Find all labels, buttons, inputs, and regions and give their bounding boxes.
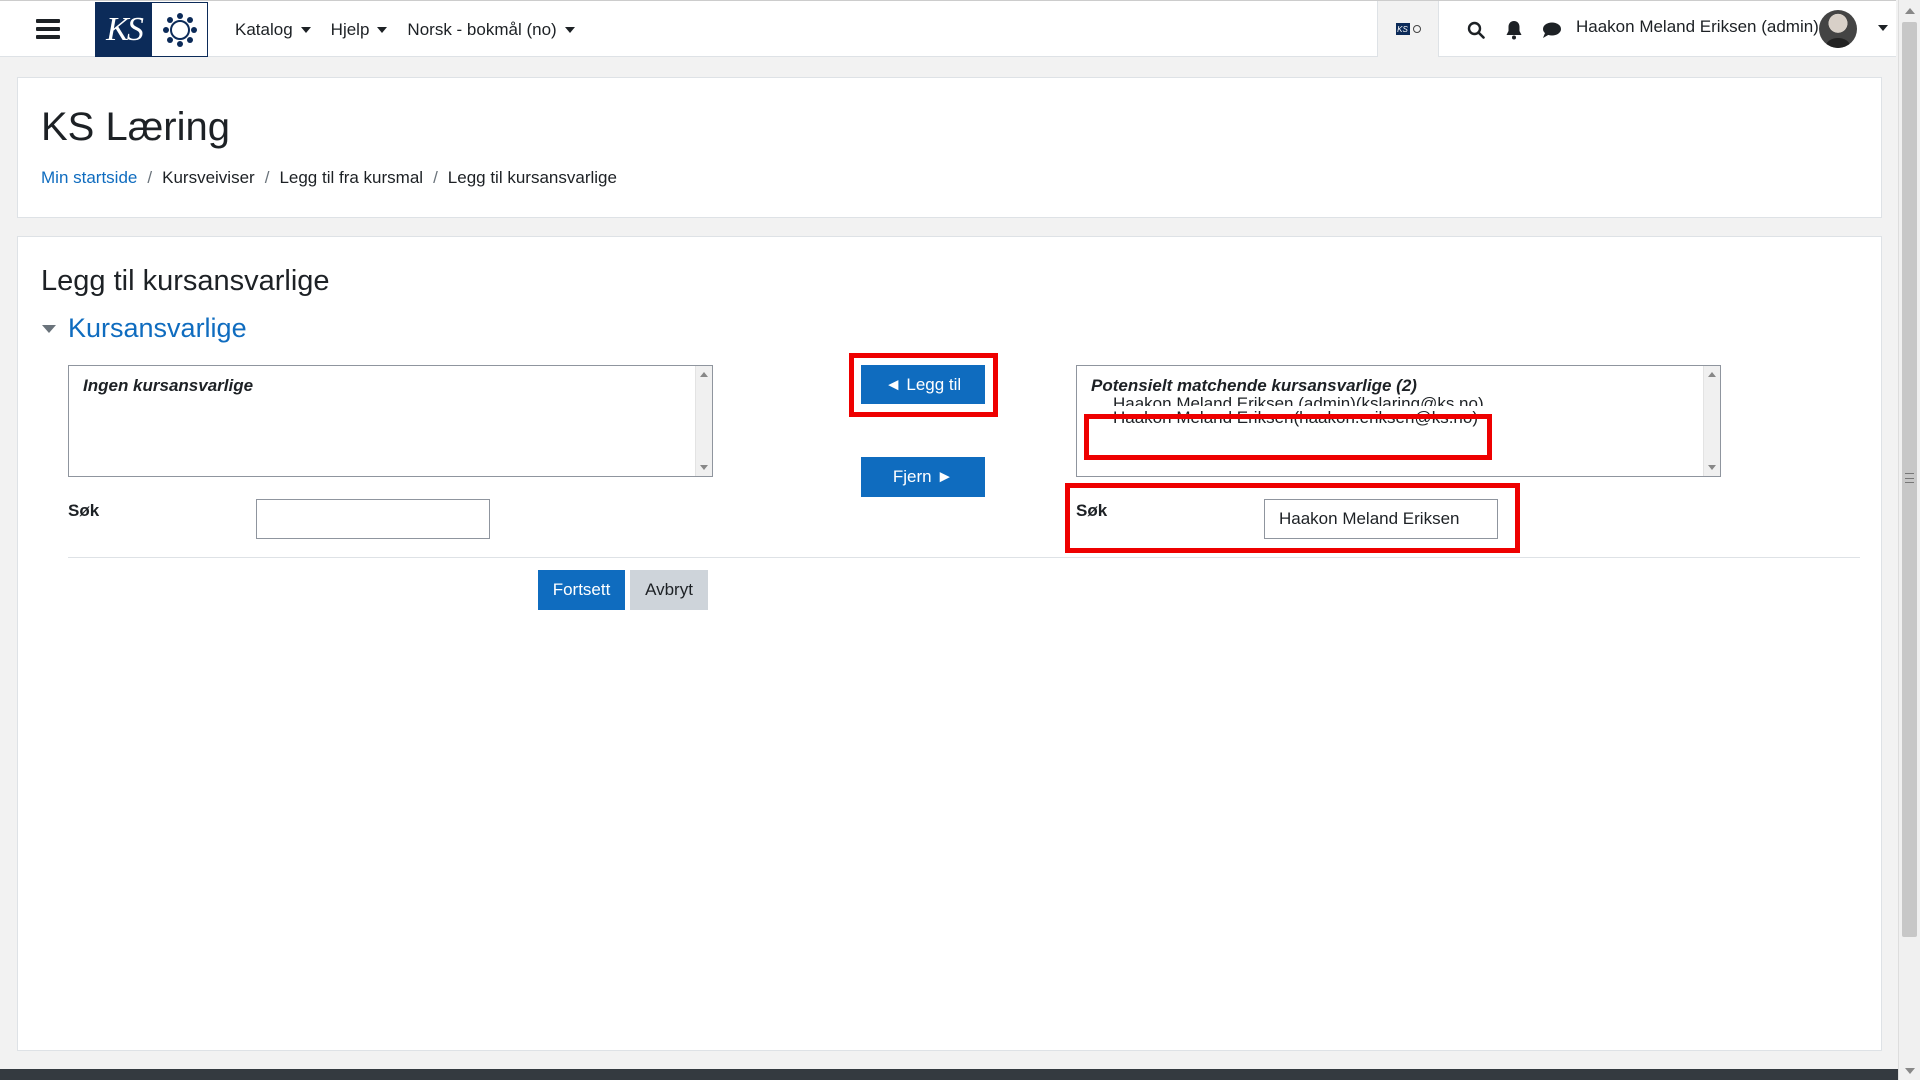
logo-ks-mark: KS (96, 3, 152, 56)
chat-icon[interactable] (1541, 19, 1563, 41)
page-header: KS Læring Min startside / Kursveiviser /… (17, 77, 1882, 218)
breadcrumb-separator: / (264, 168, 270, 187)
hamburger-icon[interactable] (36, 19, 60, 39)
current-managers-list[interactable]: Ingen kursansvarlige (68, 365, 713, 477)
chevron-down-icon[interactable] (1878, 25, 1888, 31)
cancel-button[interactable]: Avbryt (630, 570, 708, 610)
breadcrumb-current: Legg til kursansvarlige (447, 168, 617, 187)
site-title: KS Læring (41, 105, 230, 149)
scroll-up-icon[interactable] (1905, 8, 1915, 14)
list-item[interactable]: Haakon Meland Eriksen (admin)(kslaring@k… (1091, 392, 1688, 406)
breadcrumb-home[interactable]: Min startside (41, 168, 137, 188)
remove-button[interactable]: Fjern ► (861, 457, 985, 497)
nav-language[interactable]: Norsk - bokmål (no) (407, 19, 575, 40)
potential-managers-list[interactable]: Potensielt matchende kursansvarlige (2) … (1076, 365, 1721, 477)
right-search-label: Søk (1076, 501, 1108, 520)
form-divider (68, 557, 1860, 558)
page-scrollbar[interactable] (1898, 0, 1920, 1080)
right-search-input[interactable]: Haakon Meland Eriksen (1264, 499, 1498, 539)
avatar[interactable] (1819, 10, 1857, 48)
current-managers-group-label: Ingen kursansvarlige (83, 376, 254, 395)
nav-katalog[interactable]: Katalog (235, 20, 311, 40)
nav-katalog-label: Katalog (235, 19, 293, 39)
breadcrumb: Min startside / Kursveiviser / Legg til … (41, 168, 617, 188)
breadcrumb-kursveiviser: Kursveiviser (162, 168, 255, 187)
nav-language-label: Norsk - bokmål (no) (407, 19, 557, 39)
logo-ring-icon (152, 3, 207, 56)
chevron-down-icon (564, 26, 575, 33)
continue-button[interactable]: Fortsett (538, 570, 625, 610)
list-scrollbar[interactable] (695, 366, 712, 476)
theme-switcher[interactable]: KS (1377, 1, 1439, 57)
nav-icons (1465, 1, 1563, 58)
mini-ks-logo: KS (1395, 23, 1410, 35)
breadcrumb-kursmal: Legg til fra kursmal (279, 168, 424, 187)
nav-hjelp[interactable]: Hjelp (331, 20, 388, 40)
site-logo[interactable]: KS (95, 2, 208, 57)
list-item[interactable]: Haakon Meland Eriksen(haakon.eriksen@ks.… (1091, 406, 1688, 430)
left-search-label: Søk (68, 501, 100, 520)
page-heading: Legg til kursansvarlige (41, 265, 330, 297)
section-title: Kursansvarlige (68, 313, 247, 343)
main-content: Legg til kursansvarlige Kursansvarlige I… (17, 236, 1882, 1051)
left-search-input[interactable] (256, 499, 490, 539)
primary-nav: Katalog Hjelp Norsk - bokmål (no) (235, 1, 595, 58)
chevron-down-icon (300, 26, 311, 33)
user-menu-name[interactable]: Haakon Meland Eriksen (admin) (1576, 17, 1819, 37)
breadcrumb-separator: / (433, 168, 438, 187)
scroll-grip-icon (1905, 473, 1914, 483)
nav-hjelp-label: Hjelp (330, 19, 370, 39)
circle-icon (1412, 25, 1421, 33)
search-icon[interactable] (1465, 19, 1487, 41)
section-toggle[interactable]: Kursansvarlige (42, 313, 247, 344)
chevron-down-icon (377, 26, 388, 33)
scroll-down-icon[interactable] (1905, 1068, 1915, 1074)
bell-icon[interactable] (1503, 19, 1525, 41)
footer-bar (0, 1069, 1898, 1080)
top-navbar: KS Katalog Hjelp Norsk - bokmål (no) KS (0, 0, 1896, 57)
breadcrumb-separator: / (147, 168, 153, 187)
list-scrollbar[interactable] (1703, 366, 1720, 476)
collapse-triangle-icon (42, 324, 56, 333)
add-button[interactable]: ◄ Legg til (861, 365, 985, 404)
